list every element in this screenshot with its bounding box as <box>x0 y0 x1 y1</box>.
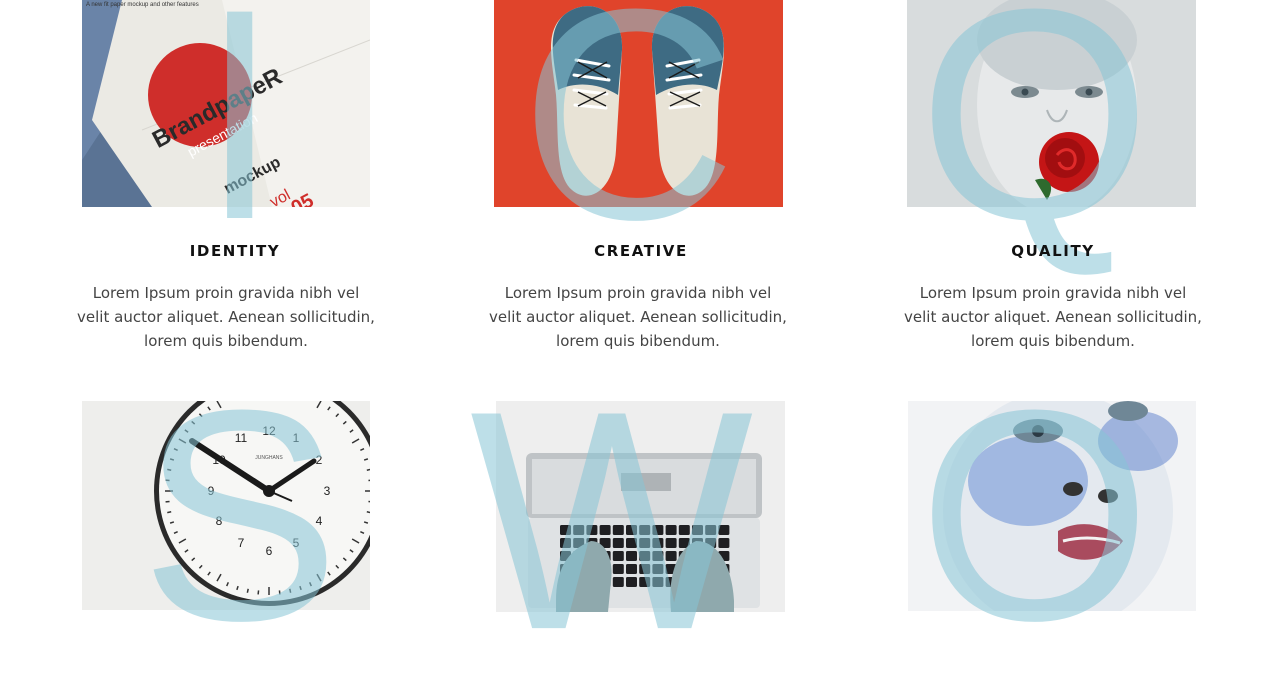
clock-numeral-12: 12 <box>262 424 276 438</box>
keyboard-key <box>626 564 637 574</box>
keyboard-key <box>639 577 650 587</box>
keyboard-key <box>560 525 571 535</box>
feature-desc-quality: Lorem Ipsum proin gravida nibh vel velit… <box>903 281 1203 353</box>
clock-numeral-11: 11 <box>235 431 248 445</box>
clock-numeral-2: 2 <box>316 453 323 467</box>
keyboard-key <box>666 551 677 561</box>
clock-numeral-9: 9 <box>208 484 215 498</box>
keyboard-key <box>626 538 637 548</box>
keyboard-key <box>626 525 637 535</box>
keyboard-key <box>613 551 624 561</box>
keyboard-key <box>639 551 650 561</box>
keyboard-key <box>586 525 597 535</box>
clock-tick <box>167 512 171 513</box>
keyboard-key <box>666 525 677 535</box>
keyboard-key <box>613 577 624 587</box>
keyboard-key <box>652 577 663 587</box>
keyboard-key <box>705 525 716 535</box>
clock-numeral-6: 6 <box>266 544 273 558</box>
clock-numeral-8: 8 <box>216 514 223 528</box>
keyboard-key <box>692 525 703 535</box>
keyboard-key <box>639 564 650 574</box>
feature-image-painted-face[interactable] <box>908 401 1196 611</box>
keyboard-key <box>679 525 690 535</box>
painted-face-image <box>908 401 1196 611</box>
clock-tick <box>167 469 171 470</box>
keyboard-key <box>666 538 677 548</box>
keyboard-key <box>652 538 663 548</box>
clock-tick <box>367 512 370 513</box>
clock-numeral-5: 5 <box>293 536 300 550</box>
feature-image-quality[interactable] <box>907 0 1196 207</box>
keyboard-key <box>718 525 729 535</box>
keyboard-key <box>652 551 663 561</box>
keyboard-key <box>639 538 650 548</box>
keyboard-key <box>718 538 729 548</box>
wall-clock-image: 12 1 2 3 4 5 6 7 8 9 10 11 JUNGHANS <box>82 401 370 610</box>
clock-tick <box>367 469 370 470</box>
feature-image-creative[interactable] <box>494 0 783 207</box>
keyboard-key <box>613 538 624 548</box>
keyboard-key <box>652 525 663 535</box>
keyboard-key <box>639 525 650 535</box>
feature-image-laptop[interactable] <box>496 401 785 612</box>
clock-numeral-7: 7 <box>238 536 245 550</box>
keyboard-key <box>573 525 584 535</box>
keyboard-key <box>626 577 637 587</box>
feature-title-quality: QUALITY <box>888 242 1218 260</box>
laptop-typing-image <box>496 401 785 612</box>
face-with-rose-image <box>907 0 1196 207</box>
clock-tick <box>290 589 291 593</box>
feature-title-identity: IDENTITY <box>70 242 400 260</box>
clock-numeral-4: 4 <box>316 514 323 528</box>
keyboard-key <box>626 551 637 561</box>
brand-paper-mockup-image: A new fit paper mockup and other feature… <box>82 0 370 207</box>
mockup-tiny-text: A new fit paper mockup and other feature… <box>86 2 199 8</box>
sneakers-on-red-image <box>494 0 783 207</box>
feature-image-clock[interactable]: 12 1 2 3 4 5 6 7 8 9 10 11 JUNGHANS <box>82 401 370 610</box>
keyboard-key <box>600 525 611 535</box>
clock-tick <box>247 589 248 593</box>
feature-image-identity[interactable]: A new fit paper mockup and other feature… <box>82 0 370 207</box>
clock-numeral-3: 3 <box>324 484 331 498</box>
feature-title-creative: CREATIVE <box>476 242 806 260</box>
keyboard-key <box>652 564 663 574</box>
feature-desc-creative: Lorem Ipsum proin gravida nibh vel velit… <box>488 281 788 353</box>
keyboard-key <box>613 564 624 574</box>
feature-desc-identity: Lorem Ipsum proin gravida nibh vel velit… <box>76 281 376 353</box>
clock-numeral-1: 1 <box>293 431 300 445</box>
clock-brand-text: JUNGHANS <box>255 455 283 461</box>
keyboard-key <box>613 525 624 535</box>
keyboard-key <box>560 538 571 548</box>
